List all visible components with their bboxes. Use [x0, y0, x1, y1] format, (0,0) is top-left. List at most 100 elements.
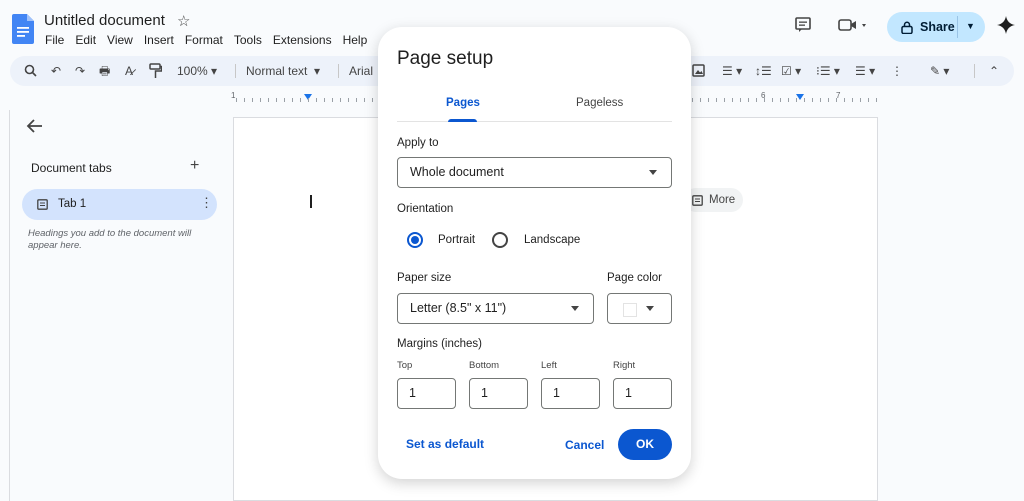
align-icon[interactable]: ☰ ▾ — [722, 56, 742, 86]
ruler-tick — [716, 98, 717, 102]
ruler-tick — [692, 98, 693, 102]
page-color-select[interactable] — [607, 293, 672, 324]
menu-tools[interactable]: Tools — [234, 33, 262, 47]
margin-bottom-label: Bottom — [469, 360, 500, 371]
ruler-tick — [836, 98, 837, 102]
docs-logo-icon[interactable] — [12, 14, 34, 44]
back-arrow-icon[interactable] — [26, 118, 44, 134]
building-blocks-icon — [692, 194, 703, 206]
right-indent-marker[interactable] — [796, 94, 804, 100]
checklist-icon[interactable]: ☑ ▾ — [781, 56, 801, 86]
ruler-tick — [772, 98, 773, 102]
ruler-tick — [788, 98, 789, 102]
tab-options-icon[interactable]: ⋮ — [200, 195, 213, 211]
spellcheck-icon[interactable]: A̷ — [125, 56, 133, 86]
page-color-label: Page color — [607, 272, 662, 284]
menu-extensions[interactable]: Extensions — [273, 33, 332, 47]
margin-left-label: Left — [541, 360, 557, 371]
document-outline-panel: Document tabs + Tab 1 ⋮ Headings you add… — [10, 104, 232, 501]
more-options-icon[interactable]: ⋮ — [891, 56, 903, 86]
ruler-tick — [316, 98, 317, 102]
menu-file[interactable]: File — [45, 33, 64, 47]
page-setup-dialog: Page setup Pages Pageless Apply to Whole… — [378, 27, 691, 479]
share-button[interactable]: Share ▼ — [887, 12, 985, 42]
zoom-select[interactable]: 100% ▾ — [177, 56, 217, 86]
numbered-list-icon[interactable]: ☰ ▾ — [855, 56, 875, 86]
ruler-tick — [812, 98, 813, 102]
portrait-label[interactable]: Portrait — [438, 234, 475, 246]
menu-view[interactable]: View — [107, 33, 133, 47]
tab-pageless[interactable]: Pageless — [576, 97, 623, 109]
margin-left-input[interactable]: 1 — [541, 378, 600, 409]
ruler-tick — [252, 98, 253, 102]
chevron-down-icon — [649, 170, 657, 175]
ruler-tick — [332, 98, 333, 102]
add-tab-icon[interactable]: + — [190, 158, 199, 174]
lock-icon — [901, 21, 913, 34]
ruler-tick — [844, 98, 845, 102]
apply-to-select[interactable]: Whole document — [397, 157, 672, 188]
active-tab-indicator — [448, 119, 477, 122]
set-as-default-button[interactable]: Set as default — [406, 437, 484, 451]
menu-help[interactable]: Help — [343, 33, 368, 47]
gemini-icon[interactable] — [996, 15, 1016, 35]
margin-top-label: Top — [397, 360, 413, 371]
redo-icon[interactable]: ↷ — [75, 56, 85, 86]
toolbar-divider — [235, 64, 236, 78]
editing-mode-icon[interactable]: ✎ ▾ — [930, 56, 949, 86]
portrait-radio[interactable] — [407, 232, 423, 248]
document-tab-item[interactable]: Tab 1 ⋮ — [22, 189, 217, 220]
ruler-tick — [820, 98, 821, 102]
landscape-radio[interactable] — [492, 232, 508, 248]
share-dropdown-icon[interactable]: ▼ — [966, 21, 975, 31]
undo-icon[interactable]: ↶ — [51, 56, 61, 86]
ruler-tick — [764, 98, 765, 102]
print-icon[interactable]: 🖶 — [99, 56, 110, 86]
page-color-swatch — [623, 303, 637, 317]
font-value: Arial — [349, 64, 374, 78]
collapse-menus-icon[interactable]: ⌃ — [989, 56, 999, 86]
style-select[interactable]: Normal text ▾ — [246, 56, 320, 86]
margin-right-input[interactable]: 1 — [613, 378, 672, 409]
ruler-tick — [300, 98, 301, 102]
menu-edit[interactable]: Edit — [75, 33, 96, 47]
margin-top-input[interactable]: 1 — [397, 378, 456, 409]
ruler-tick — [244, 98, 245, 102]
ruler-tick — [740, 98, 741, 102]
landscape-label[interactable]: Landscape — [524, 234, 580, 246]
ruler-tick — [748, 98, 749, 102]
margin-right-label: Right — [613, 360, 636, 371]
ruler-tick — [324, 98, 325, 102]
ruler-tick — [860, 98, 861, 102]
ruler-tick — [756, 98, 757, 102]
ruler-tick — [276, 98, 277, 102]
ruler-tick — [364, 98, 365, 102]
ruler-tick — [868, 98, 869, 102]
ok-button[interactable]: OK — [618, 429, 672, 460]
paper-size-select[interactable]: Letter (8.5" x 11") — [397, 293, 594, 324]
vertical-ruler — [0, 110, 10, 501]
ruler-tick — [340, 98, 341, 102]
bulleted-list-icon[interactable]: ⁝☰ ▾ — [816, 56, 840, 86]
line-spacing-icon[interactable]: ↕☰ — [755, 56, 772, 86]
more-building-blocks-chip[interactable]: More — [684, 188, 744, 212]
dialog-tabs: Pages Pageless — [397, 87, 672, 122]
ruler-tick — [804, 98, 805, 102]
font-select[interactable]: Arial — [349, 56, 373, 86]
tab-pages[interactable]: Pages — [446, 97, 480, 109]
search-menus-icon[interactable] — [24, 56, 37, 86]
menu-insert[interactable]: Insert — [144, 33, 174, 47]
paint-format-icon[interactable] — [149, 56, 162, 86]
meet-icon[interactable] — [838, 18, 868, 32]
margin-bottom-input[interactable]: 1 — [469, 378, 528, 409]
zoom-value: 100% — [177, 64, 208, 78]
star-icon[interactable]: ☆ — [177, 13, 190, 31]
paper-size-label: Paper size — [397, 272, 452, 284]
cancel-button[interactable]: Cancel — [565, 438, 604, 452]
comments-icon[interactable] — [795, 17, 811, 33]
document-title[interactable]: Untitled document — [44, 12, 165, 29]
menu-format[interactable]: Format — [185, 33, 223, 47]
insert-image-icon[interactable] — [692, 56, 705, 86]
ruler-tick — [724, 98, 725, 102]
document-tab-label: Tab 1 — [58, 198, 87, 210]
